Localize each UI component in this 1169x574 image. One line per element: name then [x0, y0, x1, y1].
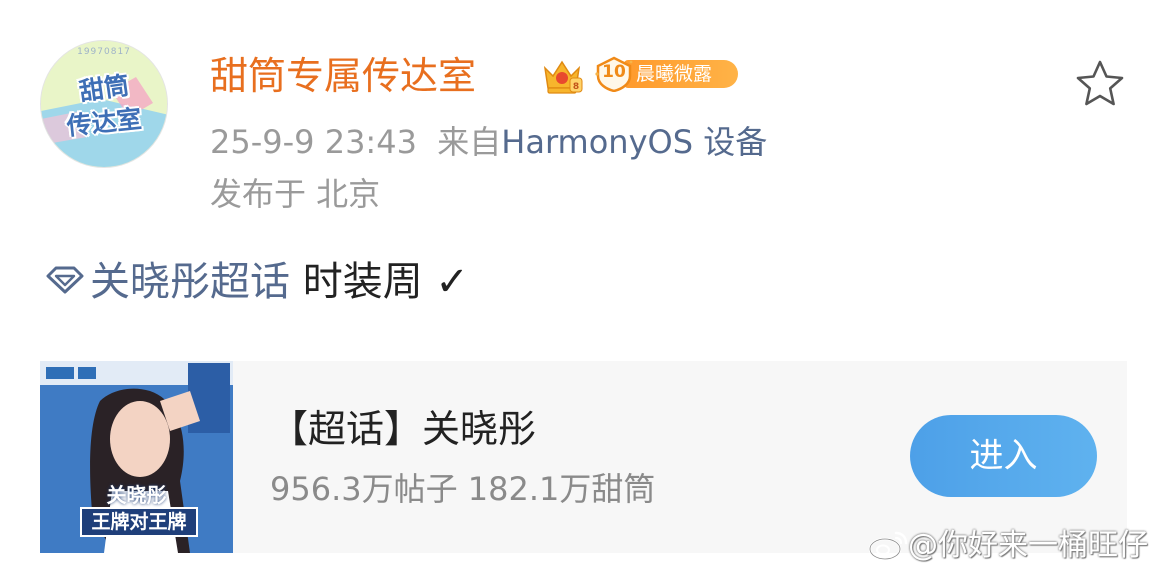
post-timestamp: 25-9-9 23:43 — [210, 123, 417, 161]
super-topic-diamond-icon — [46, 266, 84, 294]
post-body-text: 时装周 ✓ — [290, 259, 469, 305]
svg-text:8: 8 — [573, 82, 579, 92]
level-badge[interactable]: 晨曦微露 10 — [594, 56, 744, 92]
super-topic-stats: 956.3万帖子 182.1万甜筒 — [270, 470, 656, 508]
level-badge-label: 晨曦微露 — [624, 60, 738, 88]
enter-button[interactable]: 进入 — [910, 415, 1097, 497]
author-name[interactable]: 甜筒专属传达室 — [210, 48, 476, 104]
post-body: 关晓彤超话 时装周 ✓ — [44, 252, 469, 312]
super-topic-cover: 关晓彤 王牌对王牌 — [40, 361, 233, 553]
weibo-watermark: @你好来一桶旺仔 — [868, 524, 1148, 568]
watermark-text: @你好来一桶旺仔 — [908, 528, 1148, 563]
level-number: 10 — [602, 62, 626, 82]
star-icon[interactable] — [1072, 56, 1128, 112]
super-topic-link[interactable]: 关晓彤超话 — [90, 259, 290, 305]
weibo-logo-icon — [868, 531, 908, 560]
cover-slogan: 王牌对王牌 — [80, 507, 198, 537]
cover-name: 关晓彤 — [106, 483, 167, 507]
avatar-number: 19970817 — [77, 47, 131, 57]
crown-vip-icon[interactable]: 8 — [540, 54, 584, 98]
author-avatar[interactable]: 19970817 甜筒 传达室 — [40, 40, 168, 168]
post-source-prefix: 来自 — [437, 123, 502, 161]
super-topic-title: 【超话】关晓彤 — [270, 407, 537, 451]
post-source-device[interactable]: HarmonyOS 设备 — [501, 123, 767, 161]
post-meta: 25-9-9 23:43 来自HarmonyOS 设备 — [210, 118, 767, 166]
post-location: 发布于 北京 — [210, 175, 381, 213]
